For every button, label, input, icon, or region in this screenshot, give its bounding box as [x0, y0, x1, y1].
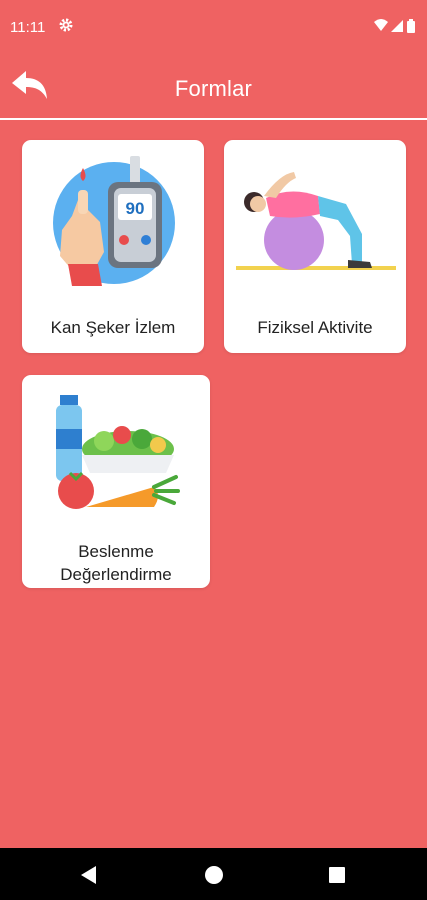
battery-icon [407, 19, 415, 33]
glucose-meter-icon: 90 [50, 152, 176, 286]
home-circle-icon[interactable] [203, 864, 225, 891]
vegetables-icon [46, 395, 186, 513]
form-card-label: Beslenme Değerlendirme [22, 540, 210, 586]
system-nav-bar [0, 848, 427, 900]
status-icons [373, 18, 417, 38]
page-title: Formlar [174, 76, 253, 101]
form-card-beslenme[interactable]: Beslenme Değerlendirme [22, 375, 210, 588]
svg-text:90: 90 [126, 199, 145, 218]
app-bar: Formlar [0, 56, 427, 118]
form-card-label-line2: Değerlendirme [60, 565, 172, 584]
status-time: 11:11 [10, 19, 46, 36]
form-card-label: Fiziksel Aktivite [257, 318, 373, 337]
signal-icon [391, 20, 403, 32]
form-card-kan-seker[interactable]: 90 Kan Şeker İzlem [22, 140, 204, 353]
recents-square-icon[interactable] [326, 864, 348, 891]
gear-icon [58, 17, 74, 37]
form-card-label: Kan Şeker İzlem [50, 318, 176, 337]
wifi-icon [374, 19, 388, 31]
header-divider [0, 118, 427, 120]
status-bar: 11:11 [0, 0, 427, 56]
back-triangle-icon[interactable] [78, 864, 100, 891]
form-card-fiziksel-aktivite[interactable]: Fiziksel Aktivite [224, 140, 406, 353]
form-card-label-line1: Beslenme [78, 542, 154, 561]
exercise-ball-icon [234, 164, 398, 276]
